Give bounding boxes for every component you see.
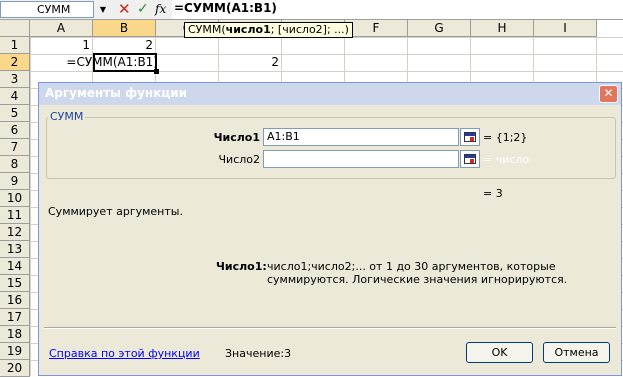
fill-handle[interactable] <box>154 69 159 74</box>
name-box[interactable]: СУММ <box>0 1 94 18</box>
dialog-title: Аргументы функции <box>45 86 188 100</box>
function-arguments-dialog: Аргументы функции ✕ СУММ Число1 A1:B1 = … <box>38 82 622 376</box>
tooltip-func: СУММ( <box>188 23 226 36</box>
chevron-down-icon[interactable]: ▼ <box>95 2 111 18</box>
cancel-icon[interactable]: ✕ <box>118 0 131 19</box>
row-header-7[interactable]: 7 <box>0 139 30 156</box>
row-header-2[interactable]: 2 <box>0 54 30 71</box>
row-header-13[interactable]: 13 <box>0 241 30 258</box>
active-cell-b2[interactable] <box>93 53 157 72</box>
fx-icon[interactable]: fx <box>155 1 166 18</box>
help-link[interactable]: Справка по этой функции <box>49 347 200 360</box>
arg1-input[interactable]: A1:B1 <box>263 128 459 146</box>
row-header-3[interactable]: 3 <box>0 71 30 88</box>
row-header-14[interactable]: 14 <box>0 258 30 275</box>
cell-b1[interactable]: 2 <box>93 37 156 54</box>
select-all-corner[interactable] <box>0 20 30 37</box>
cancel-button[interactable]: Отмена <box>543 342 610 363</box>
arg2-label: Число2 <box>218 153 261 166</box>
function-tooltip: СУММ(число1; [число2]; ...) <box>184 22 353 38</box>
arg-description-label: Число1: <box>216 260 267 273</box>
row-header-11[interactable]: 11 <box>0 207 30 224</box>
arg2-value: = число <box>483 153 530 166</box>
separator <box>44 327 616 329</box>
row-header-17[interactable]: 17 <box>0 309 30 326</box>
row-headers: 1 2 3 4 5 6 7 8 9 10 11 12 13 14 15 16 17 18 19 20 <box>0 37 30 377</box>
arg1-label: Число1 <box>213 131 260 144</box>
column-header-b[interactable]: B <box>93 20 156 37</box>
check-icon[interactable]: ✓ <box>137 0 149 19</box>
column-header-i[interactable]: I <box>534 20 597 37</box>
row-header-8[interactable]: 8 <box>0 156 30 173</box>
cell-d2[interactable]: 2 <box>219 54 282 71</box>
collapse-dialog-icon[interactable] <box>460 128 480 146</box>
row-header-18[interactable]: 18 <box>0 326 30 343</box>
row-header-15[interactable]: 15 <box>0 275 30 292</box>
row-header-5[interactable]: 5 <box>0 105 30 122</box>
result-text: Значение:3 <box>225 347 291 360</box>
row-header-12[interactable]: 12 <box>0 224 30 241</box>
dialog-titlebar[interactable]: Аргументы функции ✕ <box>39 83 621 105</box>
arg-description-text: число1;число2;... от 1 до 30 аргументов,… <box>267 260 568 286</box>
row-header-16[interactable]: 16 <box>0 292 30 309</box>
row-header-9[interactable]: 9 <box>0 173 30 190</box>
arg1-value: = {1;2} <box>483 131 528 144</box>
formula-bar: СУММ ▼ ✕ ✓ fx =СУММ(A1:B1) <box>0 0 623 20</box>
row-header-20[interactable]: 20 <box>0 360 30 377</box>
arguments-group <box>46 117 616 179</box>
group-label: СУММ <box>48 110 86 123</box>
row-header-4[interactable]: 4 <box>0 88 30 105</box>
row-header-6[interactable]: 6 <box>0 122 30 139</box>
result-value: 3 <box>284 347 292 360</box>
result-preview: = 3 <box>483 187 503 200</box>
formula-input[interactable]: =СУММ(A1:B1) <box>172 0 623 19</box>
row-header-10[interactable]: 10 <box>0 190 30 207</box>
function-description: Суммирует аргументы. <box>48 205 183 218</box>
tooltip-arg: число1 <box>225 23 271 36</box>
close-icon[interactable]: ✕ <box>599 85 618 103</box>
row-header-1[interactable]: 1 <box>0 37 30 54</box>
column-header-h[interactable]: H <box>471 20 534 37</box>
tooltip-rest: ; [число2]; ...) <box>270 23 349 36</box>
column-header-a[interactable]: A <box>30 20 93 37</box>
ok-button[interactable]: OK <box>466 342 533 363</box>
column-header-g[interactable]: G <box>408 20 471 37</box>
result-label: Значение: <box>225 347 285 360</box>
row-header-19[interactable]: 19 <box>0 343 30 360</box>
collapse-dialog-icon[interactable] <box>460 150 480 168</box>
arg2-input[interactable] <box>263 150 459 168</box>
cell-a1[interactable]: 1 <box>30 37 93 54</box>
column-header-f[interactable]: F <box>345 20 408 37</box>
